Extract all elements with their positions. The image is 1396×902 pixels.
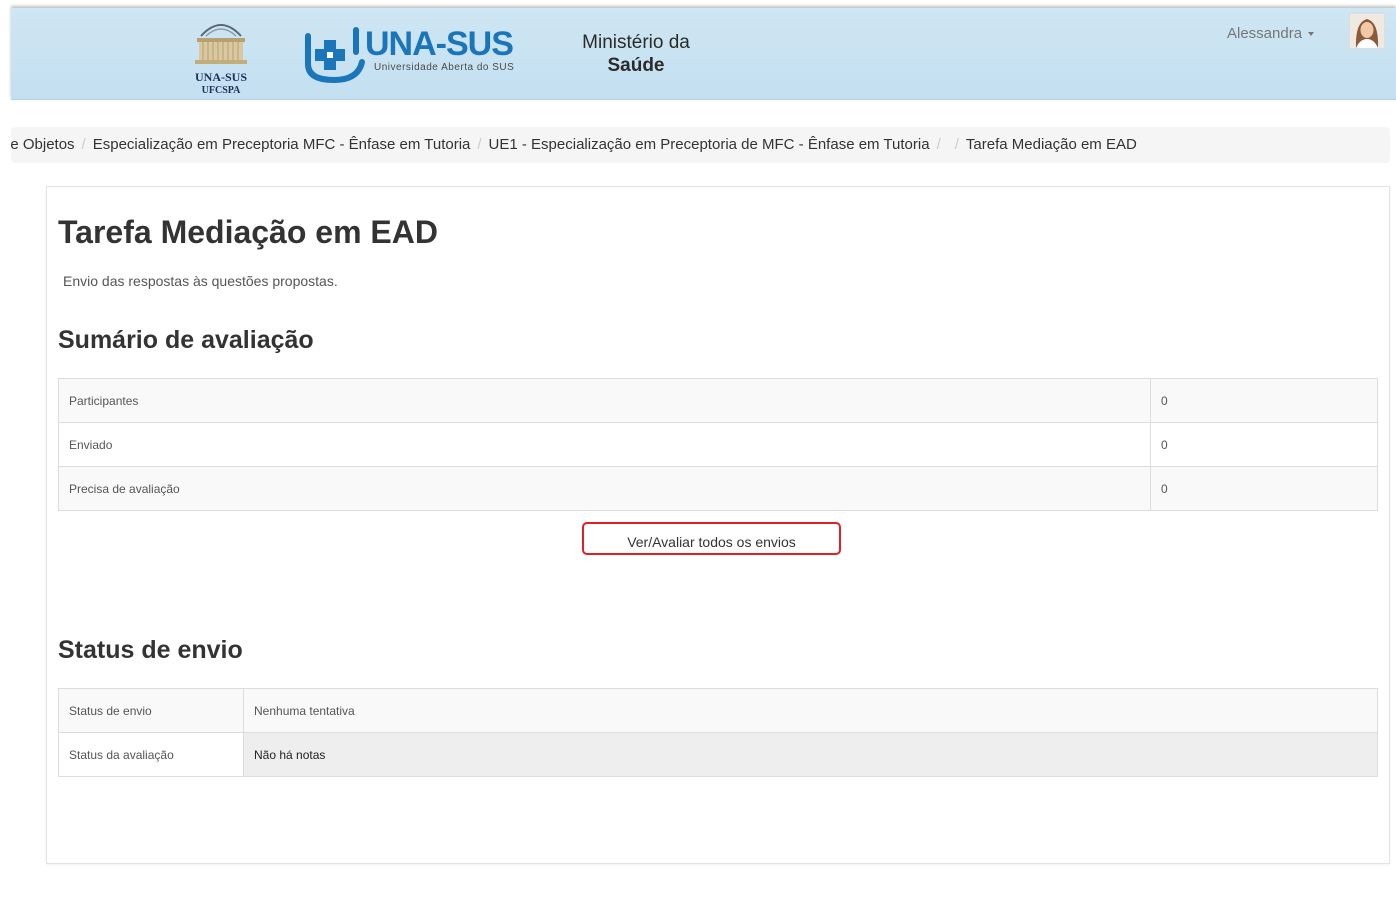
row-value: Nenhuma tentativa — [243, 688, 1378, 733]
row-value: 0 — [1150, 422, 1378, 467]
row-label: Precisa de avaliação — [58, 466, 1151, 511]
ufcspa-logo-line2: UFCSPA — [201, 85, 241, 96]
ministerio-line1: Ministério da — [582, 32, 690, 53]
breadcrumb-separator: / — [81, 136, 86, 153]
user-name: Alessandra — [1227, 25, 1303, 42]
assignment-card: Tarefa Mediação em EAD Envio das respost… — [46, 186, 1390, 864]
unasus-logo-name: UNA-SUS — [365, 25, 514, 63]
breadcrumb-separator: / — [477, 136, 482, 153]
ufcspa-logo-line1: UNA-SUS — [194, 70, 247, 84]
site-header: UNA-SUS UFCSPA UNA-SUS Universidade Aber… — [11, 8, 1396, 100]
row-label: Status de envio — [58, 688, 244, 733]
grading-summary-table: Participantes 0 Enviado 0 Precisa de ava… — [58, 378, 1378, 511]
breadcrumb: de Objetos / Especialização em Preceptoria… — [11, 127, 1390, 163]
view-all-submissions-button[interactable]: Ver/Avaliar todos os envios — [582, 522, 841, 555]
unasus-cross-logo-icon — [305, 27, 365, 84]
row-label: Participantes — [58, 378, 1151, 423]
row-value: Não há notas — [243, 732, 1378, 777]
unasus-logo-subtitle: Universidade Aberta do SUS — [374, 62, 515, 73]
row-value: 0 — [1150, 466, 1378, 511]
user-menu-toggle[interactable]: Alessandra — [1227, 25, 1315, 42]
unasus-logo[interactable]: UNA-SUS Universidade Aberta do SUS — [296, 22, 531, 86]
table-row: Status de envio Nenhuma tentativa — [58, 688, 1378, 733]
submission-status-table: Status de envio Nenhuma tentativa Status… — [58, 688, 1378, 777]
user-avatar-icon — [1350, 14, 1384, 48]
breadcrumb-item-objetos[interactable]: de Objetos — [11, 136, 75, 153]
row-label: Enviado — [58, 422, 1151, 467]
breadcrumb-item-current: Tarefa Mediação em EAD — [965, 136, 1137, 153]
ministerio-line2: Saúde — [607, 55, 665, 76]
caret-down-icon — [1308, 32, 1315, 37]
ufcspa-logo[interactable]: UNA-SUS UFCSPA — [176, 16, 266, 96]
breadcrumb-item-unit[interactable]: UE1 - Especialização em Preceptoria de M… — [489, 136, 930, 153]
row-label: Status da avaliação — [58, 732, 244, 777]
table-row: Enviado 0 — [58, 422, 1378, 467]
breadcrumb-separator: / — [936, 136, 941, 153]
table-row: Status da avaliação Não há notas — [58, 732, 1378, 777]
row-value: 0 — [1150, 378, 1378, 423]
page-title: Tarefa Mediação em EAD — [58, 214, 438, 250]
grading-summary-heading: Sumário de avaliação — [58, 326, 314, 354]
breadcrumb-separator: / — [954, 136, 959, 153]
table-row: Participantes 0 — [58, 378, 1378, 423]
submission-status-heading: Status de envio — [58, 636, 243, 664]
ufcspa-building-logo-icon — [195, 24, 247, 64]
breadcrumb-item-course[interactable]: Especialização em Preceptoria MFC - Ênfa… — [93, 136, 471, 153]
ministerio-logo: Ministério da Saúde — [566, 32, 706, 77]
user-avatar[interactable] — [1349, 13, 1385, 49]
table-row: Precisa de avaliação 0 — [58, 466, 1378, 511]
assignment-intro: Envio das respostas às questões proposta… — [63, 273, 338, 289]
